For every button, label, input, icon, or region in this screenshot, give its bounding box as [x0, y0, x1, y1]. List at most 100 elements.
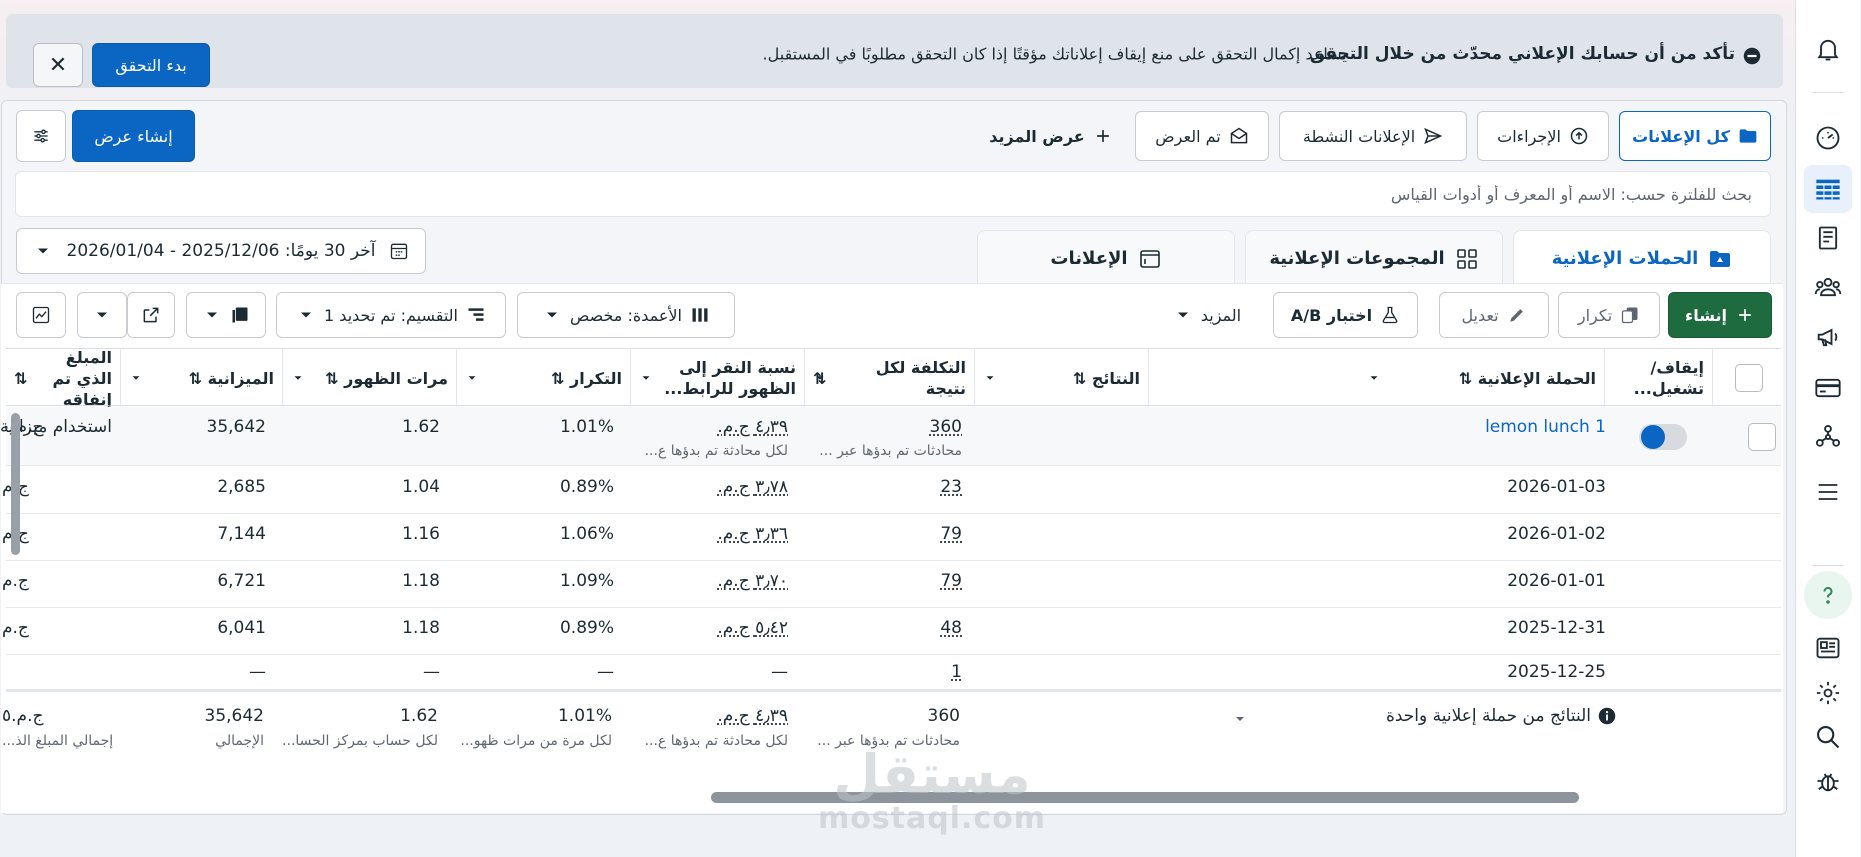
impressions-header[interactable]: مرات الظهور ⇅	[283, 349, 457, 407]
campaigns-megaphone-icon[interactable]	[1805, 313, 1853, 361]
actions-filter-button[interactable]: الإجراءات	[1478, 111, 1610, 161]
duplicate-button[interactable]: تكرار	[1559, 292, 1661, 338]
create-label: إنشاء	[1686, 306, 1728, 325]
sort-icon: ⇅	[326, 368, 339, 389]
breakdown-dropdown[interactable]: التقسيم: تم تحديد 1	[277, 292, 507, 338]
all-ads-filter-button[interactable]: كل الإعلانات	[1620, 111, 1772, 161]
ads-manager-table-icon[interactable]	[1805, 165, 1853, 213]
audiences-people-icon[interactable]	[1805, 263, 1853, 311]
create-view-button[interactable]: إنشاء عرض	[73, 110, 196, 162]
settings-gear-icon[interactable]	[1805, 669, 1853, 717]
columns-icon	[691, 305, 711, 325]
columns-label: الأعمدة: مخصص	[571, 306, 683, 325]
more-dropdown[interactable]: المزيد	[1152, 292, 1264, 338]
folder-icon	[1739, 126, 1759, 146]
frequency-header[interactable]: التكرار ⇅	[457, 349, 631, 407]
tab-ads[interactable]: الإعلانات	[978, 230, 1236, 286]
notifications-bell-icon[interactable]	[1805, 25, 1853, 73]
export-options-dropdown[interactable]	[78, 292, 128, 338]
edit-label: تعديل	[1462, 306, 1499, 325]
totals-impressions-subtext: الإجمالي	[216, 733, 265, 749]
tab-adsets[interactable]: المجموعات الإعلانية	[1246, 230, 1504, 286]
show-more-label: عرض المزيد	[990, 127, 1085, 146]
toggle-header[interactable]: إيقاف/ تشغيل...	[1605, 349, 1713, 407]
results-header[interactable]: النتائج ⇅	[975, 349, 1149, 407]
close-banner-button[interactable]: ✕	[34, 43, 84, 87]
chevron-down-icon	[93, 305, 113, 325]
amount-spent-header[interactable]: المبلغ الذي تم إنفاقه ⇅	[7, 349, 121, 407]
date-value: 2025-12-25	[1508, 662, 1607, 682]
grid-icon	[1456, 247, 1480, 271]
business-network-icon[interactable]	[1805, 413, 1853, 461]
active-ads-label: الإعلانات النشطة	[1304, 127, 1416, 146]
menu-hamburger-icon[interactable]	[1805, 468, 1853, 516]
select-all-header	[1713, 349, 1782, 407]
send-icon	[1424, 126, 1444, 146]
date-value: 2026-01-03	[1508, 477, 1607, 497]
search-icon[interactable]	[1805, 713, 1853, 761]
cost-per-result-header[interactable]: التكلفة لكل نتيجة ⇅	[805, 349, 975, 407]
ctr-value: 0.89%	[561, 618, 615, 638]
tab-adsets-label: المجموعات الإعلانية	[1270, 248, 1445, 269]
sort-icon: ⇅	[15, 368, 28, 389]
help-question-icon[interactable]	[1805, 571, 1853, 619]
sort-icon: ⇅	[1074, 368, 1087, 389]
export-button[interactable]	[128, 292, 176, 338]
reports-book-icon[interactable]	[1805, 214, 1853, 262]
show-more-button[interactable]: عرض المزيد	[982, 111, 1122, 161]
start-verification-button[interactable]: بدء التحقق	[93, 43, 211, 87]
frequency-header-label: التكرار	[571, 368, 623, 389]
toggle-knob	[1642, 425, 1666, 449]
table-row: 2025-12-31 48 ٥٫٤٢ ج.م. 0.89% 1.18 6,041…	[7, 608, 1782, 655]
frequency-value: 1.18	[403, 618, 441, 638]
dashboard-gauge-icon[interactable]	[1805, 114, 1853, 162]
columns-dropdown[interactable]: الأعمدة: مخصص	[518, 292, 736, 338]
calendar-icon	[390, 241, 410, 261]
shown-filter-button[interactable]: تم العرض	[1136, 111, 1270, 161]
results-value: 48	[941, 618, 963, 638]
view-settings-button[interactable]	[17, 110, 67, 162]
totals-label: النتائج من حملة إعلانية واحدة	[1387, 706, 1592, 726]
table-row: 2026-01-03 23 ٣٫٧٨ ج.م. 0.89% 1.04 2,685…	[7, 467, 1782, 514]
charts-button[interactable]	[17, 292, 67, 338]
campaign-header[interactable]: الحملة الإعلانية ⇅	[1149, 349, 1605, 407]
campaign-name-link[interactable]: lemon lunch 1	[1486, 417, 1607, 437]
campaign-on-off-toggle[interactable]	[1640, 424, 1688, 450]
rail-divider	[1813, 92, 1845, 93]
plus-icon	[1094, 126, 1114, 146]
table-row-campaign[interactable]: lemon lunch 1 360 محادثات تم بدؤها عبر .…	[7, 407, 1782, 466]
chevron-down-icon	[203, 305, 223, 325]
ctr-header-label: نسبة النقر إلى الظهور للرابط...	[640, 357, 797, 399]
billing-card-icon[interactable]	[1805, 364, 1853, 412]
results-value: 79	[941, 524, 963, 544]
select-all-checkbox[interactable]	[1736, 364, 1764, 392]
chevron-down-icon[interactable]	[1233, 711, 1249, 727]
debug-bug-icon[interactable]	[1805, 757, 1853, 805]
edit-button[interactable]: تعديل	[1440, 292, 1550, 338]
chevron-down-icon	[466, 371, 480, 385]
cost-value: ٤٫٣٩ ج.م.	[718, 417, 789, 437]
chevron-down-icon	[292, 371, 306, 385]
budget-header[interactable]: الميزانية ⇅	[121, 349, 283, 407]
totals-spent-subtext: إجمالي المبلغ الذ...	[3, 733, 114, 749]
table-row: 2026-01-01 79 ٣٫٧٠ ج.م. 1.09% 1.18 6,721…	[7, 561, 1782, 608]
news-feed-icon[interactable]	[1805, 624, 1853, 672]
impressions-header-label: مرات الظهور	[345, 368, 449, 389]
watermark-latin: mostaql.com	[818, 802, 1048, 836]
tab-campaigns[interactable]: الحملات الإعلانية	[1514, 230, 1772, 286]
row-checkbox[interactable]	[1749, 423, 1777, 451]
duplicate-label: تكرار	[1579, 306, 1613, 325]
reports-dropdown[interactable]	[187, 292, 267, 338]
ctr-header[interactable]: نسبة النقر إلى الظهور للرابط...	[631, 349, 805, 407]
ctr-value: 1.06%	[561, 524, 615, 544]
date-range-picker[interactable]: آخر 30 يومًا: 2025/12/06 - 2026/01/04	[17, 228, 427, 274]
create-button[interactable]: إنشاء	[1669, 292, 1773, 338]
active-ads-filter-button[interactable]: الإعلانات النشطة	[1280, 111, 1468, 161]
ab-test-button[interactable]: اختبار A/B	[1274, 292, 1419, 338]
totals-frequency-subtext: لكل حساب بمركز الحسا...	[283, 733, 439, 749]
search-input[interactable]	[17, 172, 1771, 216]
spent-value: ج.م	[3, 618, 30, 638]
info-icon[interactable]	[1599, 707, 1617, 725]
sliders-icon	[32, 126, 52, 146]
vertical-scrollbar[interactable]	[12, 413, 21, 555]
